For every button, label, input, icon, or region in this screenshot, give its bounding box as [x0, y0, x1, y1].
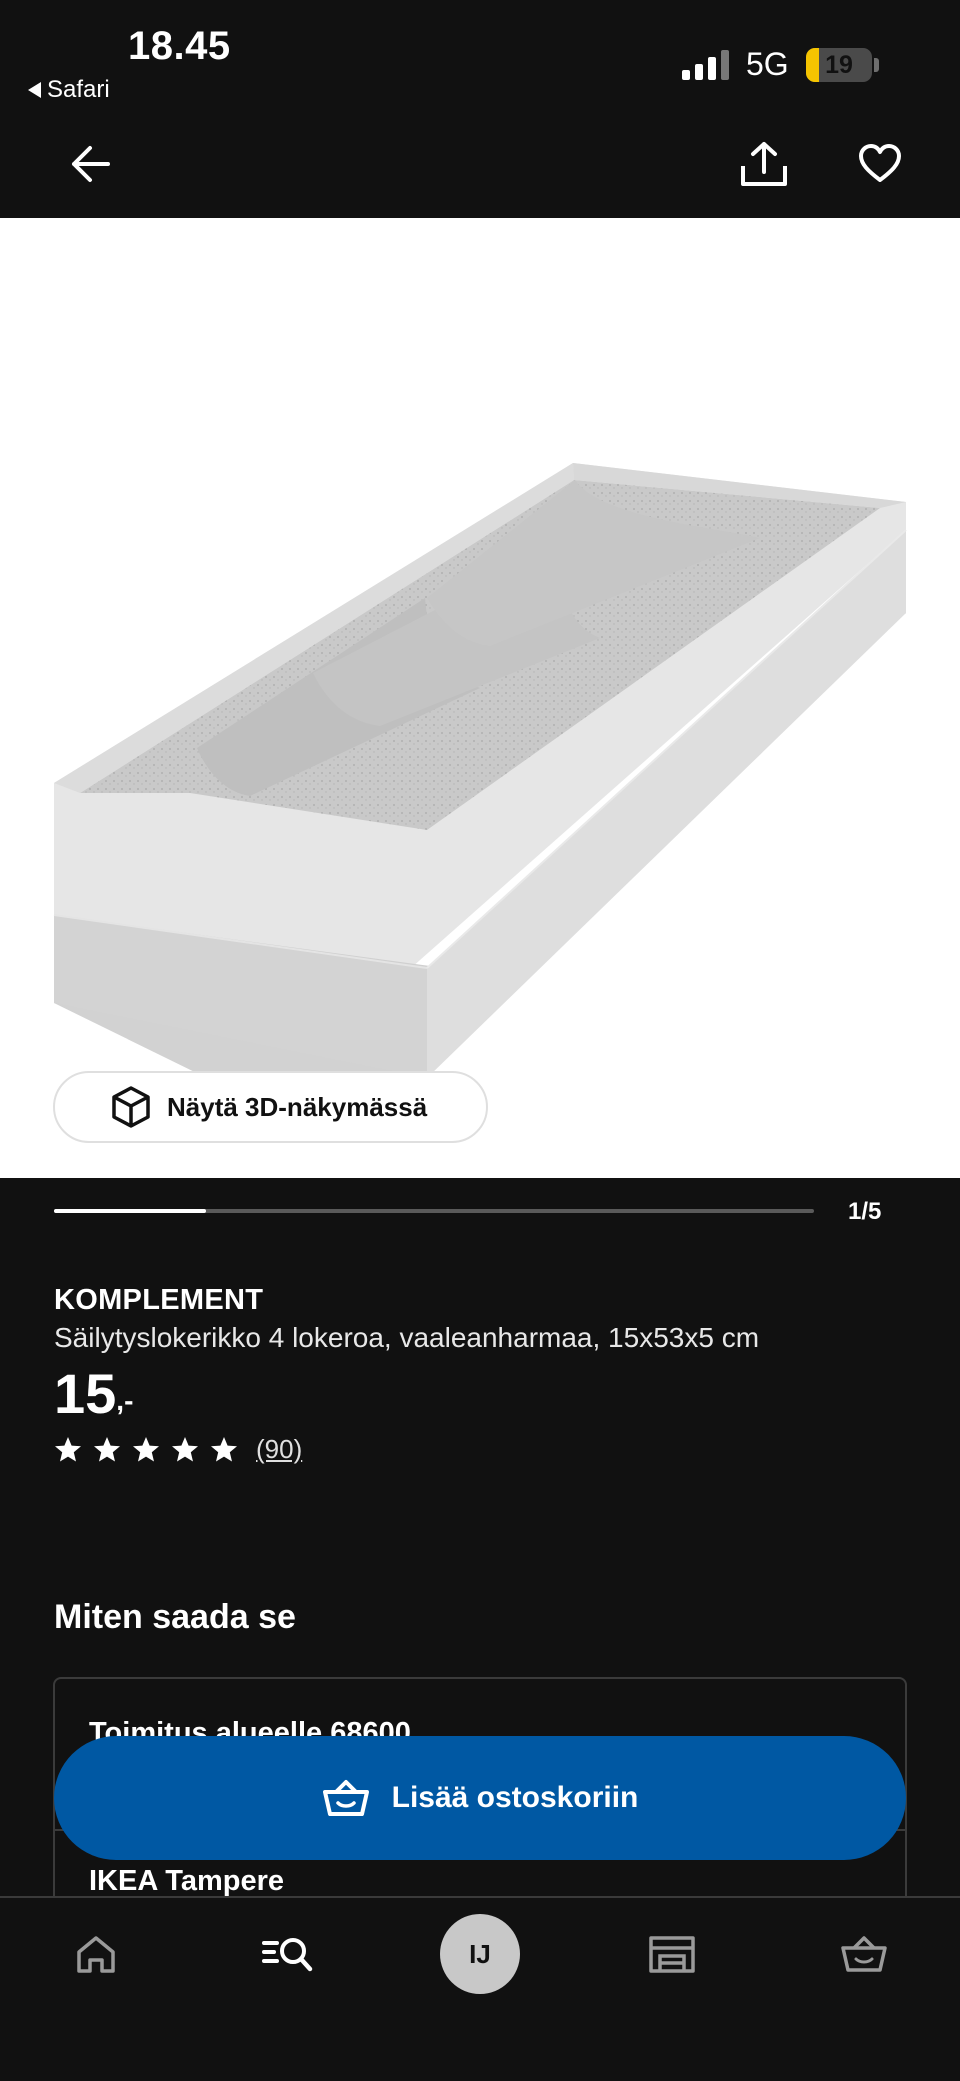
- product-brand: KOMPLEMENT: [54, 1284, 264, 1316]
- heart-icon: [859, 144, 901, 182]
- network-type: 5G: [746, 46, 789, 82]
- back-app-label: Safari: [47, 76, 110, 103]
- top-navigation: [0, 112, 960, 218]
- product-image: [53, 463, 907, 1078]
- cube-icon: [112, 1086, 150, 1128]
- profile-initials: IJ: [469, 1938, 491, 1969]
- star-icon: [133, 1437, 159, 1462]
- star-icon: [172, 1437, 198, 1462]
- gallery-counter: 1/5: [848, 1198, 882, 1225]
- status-bar: 18.45 Safari 5G 19: [0, 0, 960, 112]
- rating-count-link[interactable]: (90): [256, 1434, 302, 1465]
- add-to-cart-label: Lisää ostoskoriin: [391, 1781, 639, 1814]
- store-icon: [649, 1936, 695, 1973]
- price-integer: 15: [54, 1362, 117, 1425]
- product-price: 15 ,-: [54, 1362, 133, 1440]
- back-button[interactable]: [62, 136, 118, 192]
- basket-icon: [322, 1780, 369, 1816]
- rating-stars: [54, 1436, 238, 1463]
- battery-cap: [874, 58, 879, 72]
- gallery-progress-bar: [54, 1209, 814, 1213]
- battery-indicator: 19: [806, 48, 872, 82]
- basket-icon: [841, 1936, 887, 1972]
- star-icon: [55, 1437, 81, 1462]
- gallery-progress-fill: [54, 1209, 206, 1213]
- share-button[interactable]: [736, 132, 792, 196]
- star-icon: [94, 1437, 120, 1462]
- tab-profile[interactable]: IJ: [440, 1914, 520, 1994]
- availability-title: Miten saada se: [54, 1598, 296, 1636]
- home-icon: [77, 1936, 115, 1973]
- tab-search[interactable]: [248, 1914, 328, 1994]
- add-to-cart-button[interactable]: Lisää ostoskoriin: [54, 1736, 906, 1860]
- status-time: 18.45: [128, 24, 231, 68]
- back-triangle-icon: [28, 82, 41, 98]
- tab-cart[interactable]: [824, 1914, 904, 1994]
- star-icon: [211, 1437, 237, 1462]
- signal-icon: [682, 50, 729, 80]
- share-icon: [741, 142, 787, 186]
- view-3d-button[interactable]: Näytä 3D-näkymässä: [53, 1071, 488, 1143]
- price-decimal: ,-: [116, 1385, 134, 1416]
- product-gallery[interactable]: Näytä 3D-näkymässä: [0, 218, 960, 1178]
- search-icon: [262, 1938, 313, 1972]
- product-description: Säilytyslokerikko 4 lokeroa, vaaleanharm…: [54, 1322, 760, 1353]
- favorite-button[interactable]: [850, 136, 910, 192]
- store-option[interactable]: IKEA Tampere: [89, 1865, 284, 1898]
- arrow-left-icon: [72, 146, 110, 182]
- view-3d-label: Näytä 3D-näkymässä: [167, 1091, 428, 1122]
- back-to-app-link[interactable]: Safari: [28, 76, 110, 104]
- battery-level: 19: [825, 51, 853, 79]
- tab-stores[interactable]: [632, 1914, 712, 1994]
- product-rating[interactable]: (90): [54, 1434, 302, 1465]
- bottom-tab-bar: IJ: [0, 1896, 960, 2081]
- tab-home[interactable]: [56, 1914, 136, 1994]
